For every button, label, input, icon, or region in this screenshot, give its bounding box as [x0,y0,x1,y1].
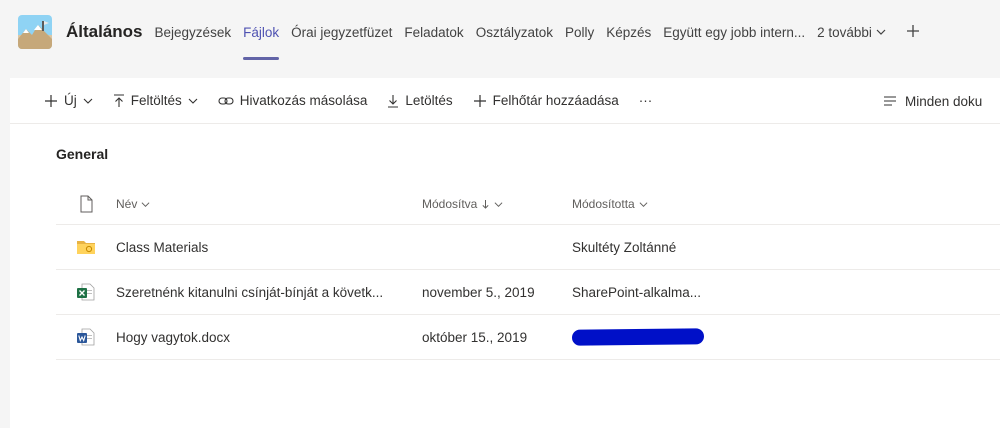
tab-better-internet[interactable]: Együtt egy jobb intern... [663,21,805,44]
file-name[interactable]: Szeretnénk kitanulni csínját-bínját a kö… [116,285,383,300]
upload-button[interactable]: Feltöltés [113,93,198,108]
plus-icon [45,94,57,107]
more-tabs-label: 2 további [817,24,872,40]
file-type-column[interactable] [76,194,96,214]
team-avatar[interactable] [18,15,52,49]
file-list-header: Név Módosítva Módosította [56,184,1000,225]
plus-icon [473,94,486,107]
tab-files[interactable]: Fájlok [243,21,280,60]
more-actions-label: ··· [638,93,653,108]
link-icon [218,96,234,105]
new-label: Új [64,93,77,108]
tab-posts[interactable]: Bejegyzések [155,21,232,44]
chevron-down-icon [83,98,93,104]
redaction-scribble [571,328,705,346]
folder-title: General [56,146,109,162]
lines-icon [884,96,896,106]
copy-link-button[interactable]: Hivatkozás másolása [218,93,368,108]
document-icon [80,195,93,213]
add-cloud-label: Felhőtár hozzáadása [492,93,619,108]
modified-by-column-label: Módosította [572,197,635,211]
chevron-down-icon [141,201,150,207]
modified-column-header[interactable]: Módosítva [422,197,503,211]
view-selector[interactable]: Minden doku [883,78,982,124]
plus-icon [906,25,919,37]
modified-by-column-header[interactable]: Módosította [572,197,648,211]
file-modified: november 5., 2019 [422,284,535,300]
file-modified: október 15., 2019 [422,329,528,345]
download-label: Letöltés [405,93,453,108]
tab-grades[interactable]: Osztályzatok [476,21,553,44]
add-cloud-storage-button[interactable]: Felhőtár hozzáadása [473,93,619,108]
file-row[interactable]: Hogy vagytok.docx október 15., 2019 [56,315,1000,360]
tab-training[interactable]: Képzés [606,21,651,44]
copy-link-label: Hivatkozás másolása [239,93,368,108]
upload-icon [113,93,124,107]
file-name[interactable]: Class Materials [116,240,208,255]
file-name[interactable]: Hogy vagytok.docx [116,330,230,345]
chevron-down-icon [494,201,503,207]
shared-folder-icon [76,237,96,257]
word-file-icon [76,327,96,347]
chevron-down-icon [639,201,648,207]
file-list: Név Módosítva Módosította Class Material… [56,184,1000,360]
chevron-down-icon [188,98,198,104]
tab-class-notebook[interactable]: Órai jegyzetfüzet [291,21,392,44]
file-modified-by: Skultéty Zoltánné [572,239,677,255]
arrow-down-icon [482,199,489,209]
more-tabs-dropdown[interactable]: 2 további [817,21,886,44]
tab-polly[interactable]: Polly [565,21,594,44]
files-panel: Új Feltöltés Hivatkozás másolása Letölté… [10,78,1000,428]
modified-column-label: Módosítva [422,197,478,211]
add-tab-button[interactable] [906,22,920,42]
new-button[interactable]: Új [44,93,93,108]
excel-file-icon [76,282,96,302]
more-actions-button[interactable]: ··· [639,93,653,108]
file-row[interactable]: Szeretnénk kitanulni csínját-bínját a kö… [56,270,1000,315]
view-label: Minden doku [905,93,983,109]
channel-title: Általános [66,22,143,41]
chevron-down-icon [876,29,886,35]
file-modified-by: SharePoint-alkalma... [572,284,702,300]
command-bar: Új Feltöltés Hivatkozás másolása Letölté… [10,78,1000,124]
channel-header: Általános Bejegyzések Fájlok Órai jegyze… [0,0,1000,64]
tab-assignments[interactable]: Feladatok [404,21,463,44]
download-button[interactable]: Letöltés [387,93,453,108]
name-column-header[interactable]: Név [116,197,150,211]
name-column-label: Név [116,197,138,211]
download-icon [388,94,399,108]
file-row[interactable]: Class Materials Skultéty Zoltánné [56,225,1000,270]
upload-label: Feltöltés [130,93,182,108]
